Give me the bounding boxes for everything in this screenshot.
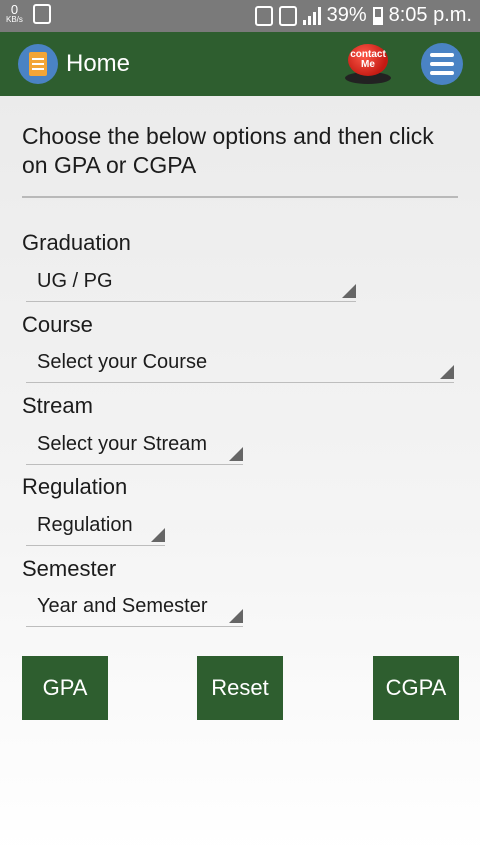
dropdown-arrow-icon [151,528,165,542]
signal-icon [302,6,321,25]
network-speed-unit: KB/s [6,15,23,24]
dropdown-arrow-icon [229,447,243,461]
reset-button[interactable]: Reset [197,656,283,720]
contact-me-icon: contact Me [348,44,388,76]
app-logo-icon [18,44,58,84]
dropdown-arrow-icon [229,609,243,623]
dropdown-arrow-icon [440,365,454,379]
regulation-label: Regulation [22,474,128,499]
dropdown-arrow-icon [342,284,356,298]
app-bar: Home contact Me [0,32,480,96]
regulation-select[interactable]: Regulation [26,506,165,546]
instructions-text: Choose the below options and then click … [22,123,434,178]
menu-button[interactable] [421,43,463,85]
semester-label: Semester [22,556,117,581]
notification-icon [32,3,51,24]
stream-value: Select your Stream [37,433,208,455]
status-right: 39% 8:05 p.m. [254,4,472,27]
divider [22,196,458,198]
gpa-button[interactable]: GPA [22,656,108,720]
battery-icon [372,6,383,25]
status-left: 0 KB/s [6,3,51,24]
network-speed: 0 KB/s [6,3,23,24]
stream-label: Stream [22,393,93,418]
course-select[interactable]: Select your Course [26,343,454,383]
contact-me-button[interactable]: contact Me [345,44,391,84]
contact-me-label: Me [361,59,375,70]
status-bar: 0 KB/s 39% 8:05 p.m. [0,0,480,32]
sim-icon [278,5,297,26]
semester-value: Year and Semester [37,595,208,617]
battery-percent: 39% [326,4,367,26]
stream-select[interactable]: Select your Stream [26,425,243,465]
course-label: Course [22,312,93,337]
download-icon [254,5,273,26]
menu-icon [430,53,454,75]
cgpa-button[interactable]: CGPA [373,656,459,720]
graduation-select[interactable]: UG / PG [26,262,356,302]
graduation-label: Graduation [22,230,131,255]
regulation-value: Regulation [37,514,133,536]
clock: 8:05 p.m. [388,4,472,26]
semester-select[interactable]: Year and Semester [26,587,243,627]
course-value: Select your Course [37,351,208,373]
app-title: Home [66,50,131,77]
graduation-value: UG / PG [37,270,113,292]
